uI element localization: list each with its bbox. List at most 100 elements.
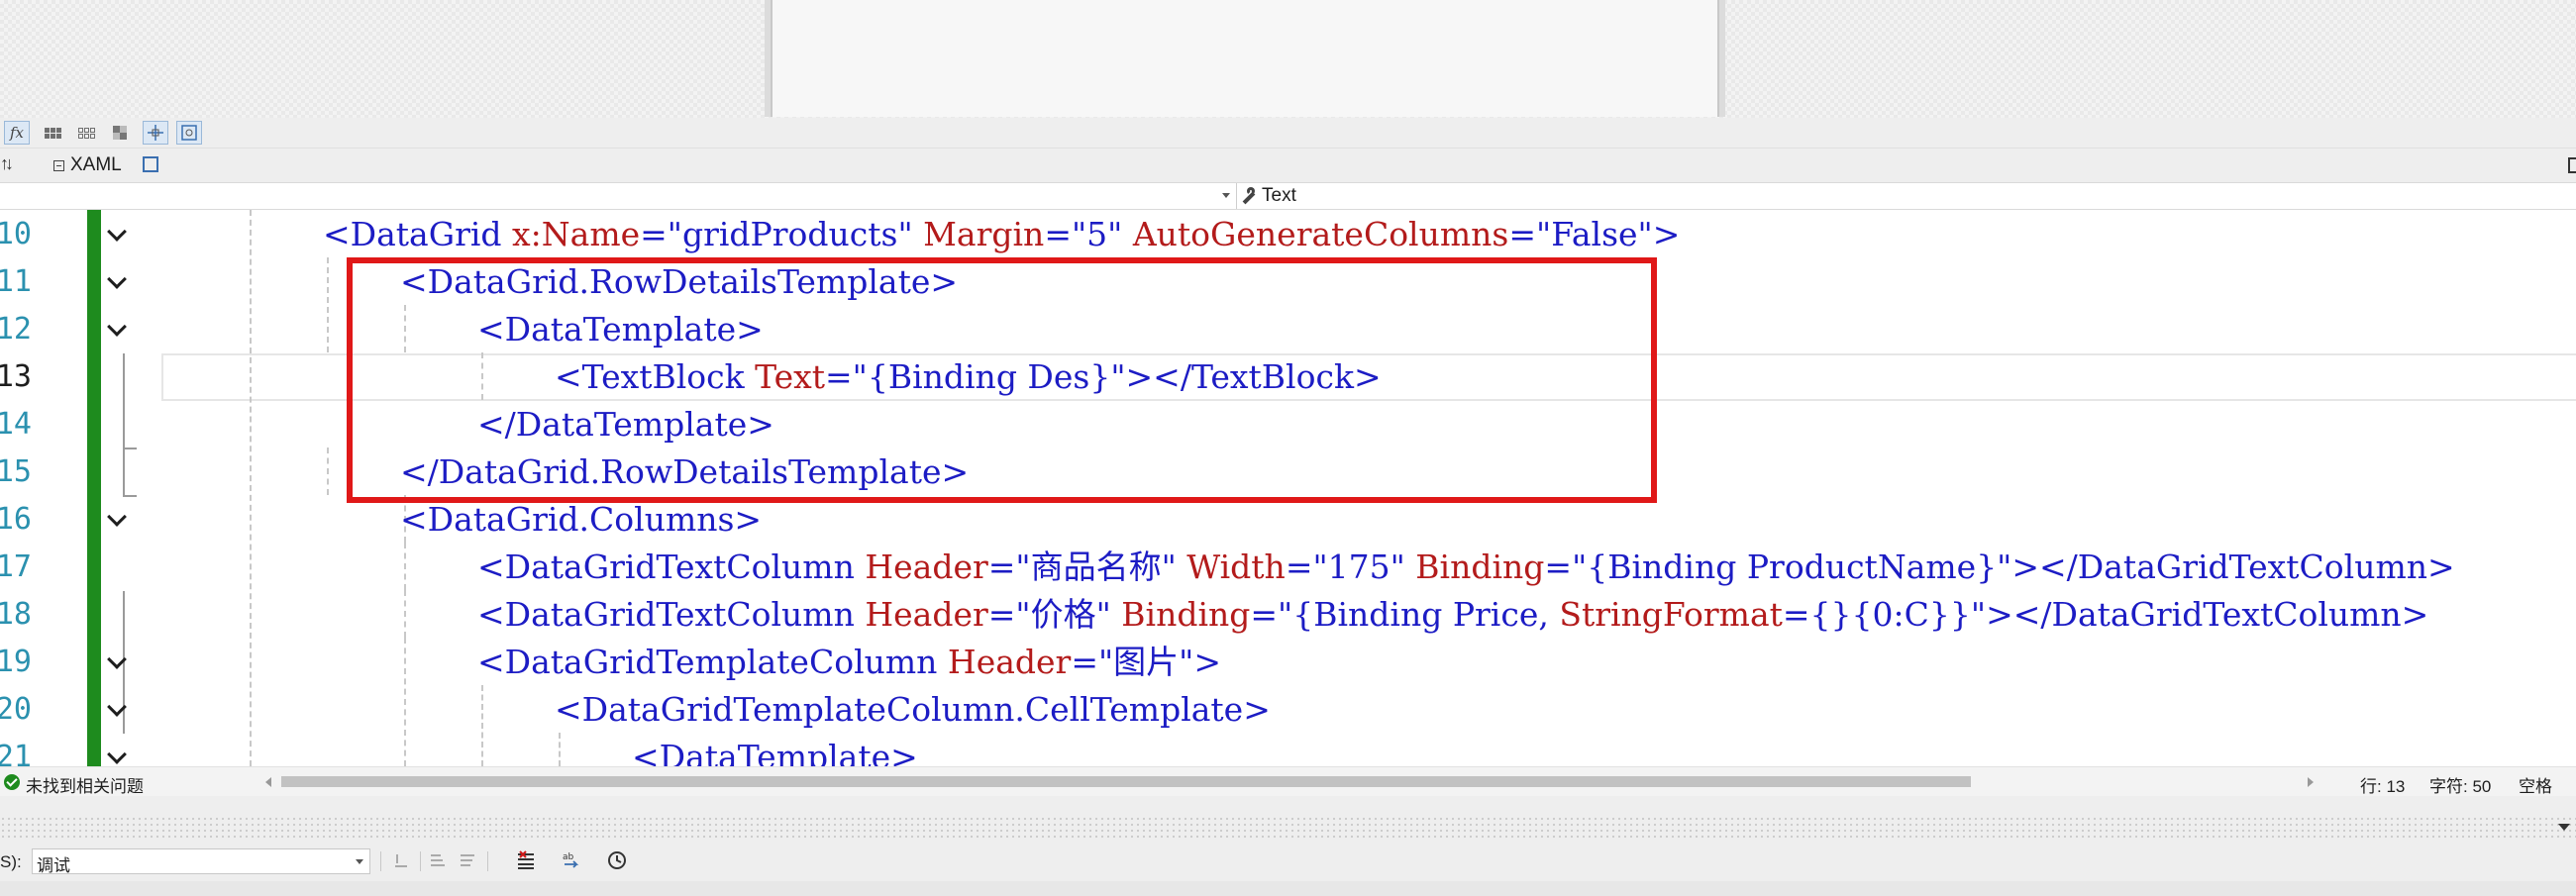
clock-icon[interactable] — [606, 849, 628, 871]
grid-outline-icon[interactable] — [73, 121, 99, 145]
line-number: 10 — [0, 217, 32, 251]
code-token: Header — [854, 548, 988, 586]
code-token: ="商品名称" — [987, 548, 1177, 586]
formula-icon[interactable]: fx — [4, 121, 30, 145]
element-dropdown[interactable] — [0, 183, 1237, 209]
swap-panes-icon[interactable]: ↑↓ — [0, 153, 14, 174]
toolbar-separator — [380, 851, 381, 871]
output-source-value: 调试 — [37, 856, 70, 875]
fold-chevron-icon[interactable] — [107, 317, 127, 337]
toolbar-separator — [420, 851, 421, 871]
horizontal-scrollbar[interactable] — [281, 776, 1971, 787]
whitespace-mode[interactable]: 空格 — [2519, 772, 2552, 797]
navigation-bar: Text — [0, 182, 2576, 210]
code-line[interactable]: 20 <DataGridTemplateColumn.CellTemplate> — [0, 686, 2576, 734]
code-line[interactable]: 10 <DataGrid x:Name="gridProducts" Margin… — [0, 211, 2576, 258]
member-dropdown-label: Text — [1262, 185, 1296, 206]
line-number: 14 — [0, 407, 32, 442]
grid-icon[interactable] — [40, 121, 65, 145]
line-number: 21 — [0, 740, 32, 766]
snap-grid-icon[interactable] — [176, 121, 202, 145]
code-text[interactable]: <DataGridTextColumn Header="商品名称" Width=… — [477, 549, 2455, 585]
line-number: 12 — [0, 312, 32, 347]
code-token: ="175" — [1285, 548, 1405, 586]
code-text[interactable]: <DataGrid.Columns> — [400, 502, 762, 538]
code-line[interactable]: 21 <DataTemplate> — [0, 734, 2576, 767]
code-token: StringFormat — [1559, 595, 1783, 634]
chevron-down-icon[interactable] — [356, 859, 363, 864]
code-text[interactable]: <DataGrid x:Name="gridProducts" Margin="… — [323, 217, 1680, 252]
view-tab-row: ↑↓ XAML — [0, 149, 2576, 182]
line-number: 16 — [0, 502, 32, 537]
chevron-down-icon[interactable] — [2558, 824, 2570, 831]
line-number: 11 — [0, 264, 32, 299]
code-token: Header — [937, 643, 1072, 681]
code-text[interactable]: <DataGridTemplateColumn Header="图片"> — [477, 645, 1221, 680]
line-number: 15 — [0, 454, 32, 489]
output-source-label: S): — [0, 852, 22, 871]
line-number: 20 — [0, 692, 32, 727]
fold-chevron-icon[interactable] — [107, 745, 127, 764]
code-token: Header — [854, 595, 988, 634]
line-number: 13 — [0, 359, 32, 394]
fold-chevron-icon[interactable] — [107, 269, 127, 289]
code-token: ="{Binding ProductName}" — [1544, 548, 2012, 586]
code-token: ="{Binding Price, — [1250, 595, 1560, 634]
char-position[interactable]: 字符: 50 — [2429, 772, 2491, 797]
scroll-right-icon[interactable] — [2308, 777, 2314, 787]
code-text[interactable]: <DataGridTemplateColumn.CellTemplate> — [555, 692, 1271, 728]
output-source-select[interactable]: 调试 — [32, 848, 370, 875]
code-token: ></DataGridTextColumn> — [1986, 595, 2429, 634]
chevron-down-icon[interactable] — [1222, 193, 1230, 198]
code-line[interactable]: 19 <DataGridTemplateColumn Header="图片"> — [0, 639, 2576, 686]
scroll-left-icon[interactable] — [265, 777, 271, 787]
line-number: 17 — [0, 549, 32, 584]
code-token: <DataGrid — [323, 215, 502, 253]
code-token: ="价格" — [987, 595, 1111, 634]
find-message-icon[interactable] — [390, 849, 412, 871]
code-token: <DataTemplate> — [632, 738, 918, 767]
fold-chevron-icon[interactable] — [107, 222, 127, 242]
snap-lines-icon[interactable] — [143, 121, 168, 145]
code-token: ></DataGridTextColumn> — [2011, 548, 2455, 586]
code-token: <DataGridTemplateColumn.CellTemplate> — [555, 690, 1271, 729]
code-token: Margin — [912, 215, 1045, 253]
code-token: Name — [541, 215, 641, 253]
bottom-edge — [0, 881, 2576, 896]
word-wrap-icon[interactable]: ab — [561, 849, 582, 871]
next-message-icon[interactable] — [456, 849, 477, 871]
designer-canvas[interactable] — [771, 0, 1719, 117]
tab-xaml-label: XAML — [70, 154, 122, 175]
editor-status-bar: 未找到相关问题 行: 13 字符: 50 空格 — [0, 766, 2576, 797]
code-token: ="False" — [1508, 215, 1653, 253]
checker-icon[interactable] — [107, 121, 133, 145]
code-line[interactable]: 18 <DataGridTextColumn Header="价格" Bindin… — [0, 591, 2576, 639]
collapse-pane-icon[interactable] — [53, 159, 64, 171]
code-text[interactable]: <DataGridTextColumn Header="价格" Binding=… — [477, 597, 2428, 633]
line-number: 18 — [0, 597, 32, 632]
code-token: ={}{0:C}}" — [1782, 595, 1987, 634]
popout-icon[interactable] — [143, 156, 158, 172]
fold-chevron-icon[interactable] — [107, 507, 127, 527]
tab-xaml[interactable]: XAML — [48, 150, 128, 180]
code-token: > — [1652, 215, 1681, 253]
code-line[interactable]: 16 <DataGrid.Columns> — [0, 496, 2576, 544]
fold-chevron-icon[interactable] — [107, 649, 127, 669]
code-text[interactable]: <DataTemplate> — [632, 738, 918, 767]
designer-surface[interactable] — [0, 0, 2576, 119]
designer-toolbar: fx — [0, 118, 2576, 149]
split-pane-icon[interactable] — [2568, 157, 2576, 173]
previous-message-icon[interactable] — [428, 849, 450, 871]
fold-chevron-icon[interactable] — [107, 697, 127, 717]
splitter-top — [0, 796, 2576, 818]
toolbar-separator — [487, 851, 488, 871]
wrench-icon — [1240, 187, 1258, 205]
svg-text:ab: ab — [563, 852, 574, 862]
code-token: <DataGridTemplateColumn — [477, 643, 938, 681]
code-line[interactable]: 17 <DataGridTextColumn Header="商品名称" Widt… — [0, 544, 2576, 591]
clear-all-icon[interactable] — [515, 849, 537, 871]
issues-status[interactable]: 未找到相关问题 — [26, 772, 144, 797]
line-position[interactable]: 行: 13 — [2360, 772, 2405, 797]
member-dropdown[interactable]: Text — [1240, 183, 1296, 209]
code-token: > — [1193, 643, 1221, 681]
